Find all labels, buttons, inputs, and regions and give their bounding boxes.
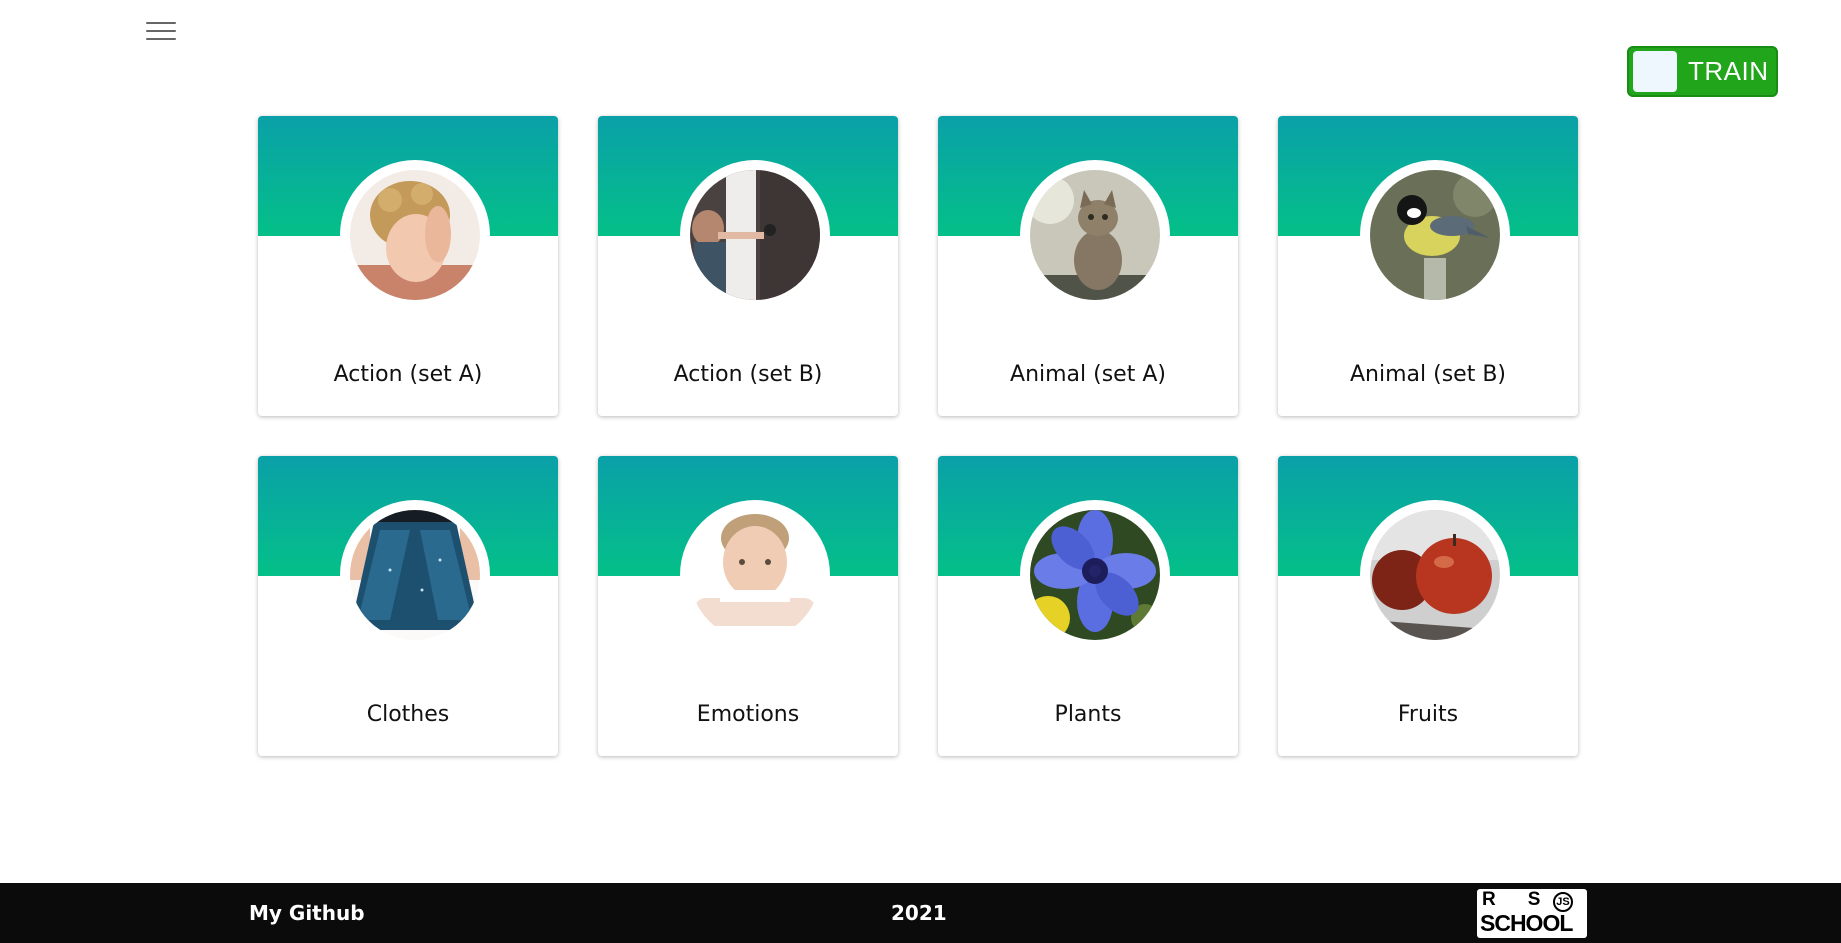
hamburger-menu-button[interactable] — [146, 16, 184, 46]
category-card-fruits[interactable]: Fruits — [1278, 456, 1578, 756]
child-saluting-photo — [350, 170, 480, 300]
blue-anemone-flower-photo — [1030, 510, 1160, 640]
footer-year: 2021 — [891, 901, 947, 925]
category-card-action-set-a[interactable]: Action (set A) — [258, 116, 558, 416]
category-grid: Action (set A) Action (set B) Animal (se… — [258, 116, 1578, 756]
category-card-animal-set-a[interactable]: Animal (set A) — [938, 116, 1238, 416]
category-card-action-set-b[interactable]: Action (set B) — [598, 116, 898, 416]
category-card-emotions[interactable]: Emotions — [598, 456, 898, 756]
category-card-clothes[interactable]: Clothes — [258, 456, 558, 756]
train-toggle-label: TRAIN — [1688, 56, 1769, 86]
category-label: Emotions — [696, 702, 800, 727]
rs-school-logo[interactable]: RS SCHOOL JS — [1477, 889, 1587, 938]
blue-skirt-photo — [350, 510, 480, 640]
category-label: Fruits — [1397, 702, 1459, 727]
sad-boy-photo — [690, 510, 820, 640]
hamburger-menu-icon-bar — [146, 30, 176, 32]
child-opening-door-photo — [690, 170, 820, 300]
category-label: Action (set B) — [673, 362, 823, 387]
train-mode-toggle[interactable]: TRAIN — [1627, 46, 1778, 97]
hamburger-menu-icon-bar — [146, 38, 176, 40]
cat-sitting-photo — [1030, 170, 1160, 300]
category-label: Animal (set B) — [1350, 362, 1506, 387]
category-label: Action (set A) — [333, 362, 483, 387]
red-apples-photo — [1370, 510, 1500, 640]
js-badge-icon: JS — [1553, 892, 1573, 912]
toggle-knob — [1633, 51, 1677, 92]
github-link[interactable]: My Github — [249, 883, 365, 943]
great-tit-bird-photo — [1370, 170, 1500, 300]
category-card-animal-set-b[interactable]: Animal (set B) — [1278, 116, 1578, 416]
footer: My Github 2021 RS SCHOOL JS — [0, 883, 1841, 943]
logo-bottom-letters: SCHOOL — [1480, 910, 1573, 936]
category-card-plants[interactable]: Plants — [938, 456, 1238, 756]
category-label: Clothes — [366, 702, 450, 727]
hamburger-menu-icon-bar — [146, 22, 176, 24]
category-label: Plants — [1054, 702, 1122, 727]
category-label: Animal (set A) — [1010, 362, 1166, 387]
